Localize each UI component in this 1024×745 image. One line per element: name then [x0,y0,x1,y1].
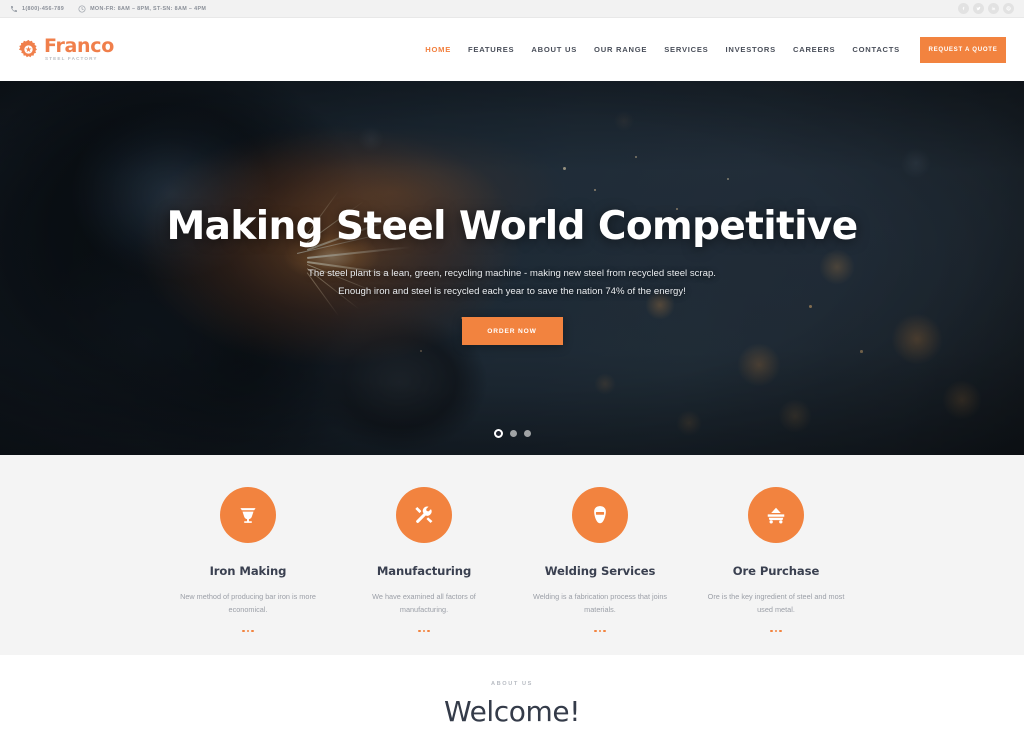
hero-subtitle-line-1: The steel plant is a lean, green, recycl… [308,267,716,279]
nav-item-investors[interactable]: INVESTORS [725,45,776,54]
hero-title: Making Steel World Competitive [166,204,858,249]
pinterest-icon[interactable] [1003,3,1014,14]
working-hours: MON-FR: 8AM – 8PM, ST-SN: 8AM – 4PM [78,5,206,13]
welding-mask-icon[interactable] [572,487,628,543]
hero-subtitle: The steel plant is a lean, green, recycl… [308,265,716,300]
service-card-manufacturing[interactable]: Manufacturing We have examined all facto… [336,487,512,633]
service-dots-divider [770,629,782,633]
ore-cart-icon[interactable] [748,487,804,543]
clock-icon [78,5,86,13]
request-a-quote-button[interactable]: REQUEST A QUOTE [920,36,1006,63]
phone-icon [10,5,18,13]
service-card-ore-purchase[interactable]: Ore Purchase Ore is the key ingredient o… [688,487,864,633]
top-bar-contacts: 1(800)-456-789 MON-FR: 8AM – 8PM, ST-SN:… [10,5,206,13]
main-navigation: HOME FEATURES ABOUT US OUR RANGE SERVICE… [425,45,900,54]
hero-slider: Making Steel World Competitive The steel… [0,81,1024,455]
nav-item-services[interactable]: SERVICES [664,45,708,54]
service-title: Ore Purchase [732,564,820,578]
order-now-button[interactable]: ORDER NOW [461,317,563,346]
nav-item-features[interactable]: FEATURES [468,45,514,54]
hero-content: Making Steel World Competitive The steel… [0,81,1024,455]
phone-contact[interactable]: 1(800)-456-789 [10,5,64,13]
service-dots-divider [418,629,430,633]
crucible-icon[interactable] [220,487,276,543]
about-section: ABOUT US Welcome! [0,655,1024,745]
service-description: Ore is the key ingredient of steel and m… [707,592,845,614]
facebook-icon[interactable] [958,3,969,14]
carousel-pagination [0,429,1024,438]
nav-item-our-range[interactable]: OUR RANGE [594,45,647,54]
about-eyebrow-label: ABOUT US [490,681,533,687]
service-dots-divider [242,629,254,633]
logo-name: Franco [44,35,114,58]
service-card-iron-making[interactable]: Iron Making New method of producing bar … [160,487,336,633]
nav-item-careers[interactable]: CAREERS [793,45,835,54]
service-card-welding-services[interactable]: Welding Services Welding is a fabricatio… [512,487,688,633]
gear-icon [18,39,39,60]
phone-number: 1(800)-456-789 [22,5,65,12]
social-links [958,3,1014,14]
nav-item-about-us[interactable]: ABOUT US [531,45,577,54]
carousel-dot-2[interactable] [509,430,517,437]
nav-item-contacts[interactable]: CONTACTS [852,45,900,54]
about-title: Welcome! [443,695,581,728]
logo-tagline: STEEL FACTORY [45,56,98,62]
hero-subtitle-line-2: Enough iron and steel is recycled each y… [338,285,686,297]
linkedin-icon[interactable] [988,3,999,14]
service-dots-divider [594,629,606,633]
service-description: New method of producing bar iron is more… [180,592,316,614]
logo[interactable]: Franco STEEL FACTORY [18,37,114,62]
service-title: Manufacturing [376,564,472,578]
services-section: Iron Making New method of producing bar … [0,455,1024,655]
hammer-wrench-icon[interactable] [396,487,452,543]
working-hours-text: MON-FR: 8AM – 8PM, ST-SN: 8AM – 4PM [90,5,207,12]
top-bar: 1(800)-456-789 MON-FR: 8AM – 8PM, ST-SN:… [0,0,1024,18]
service-title: Iron Making [209,564,287,578]
carousel-dot-3[interactable] [523,430,531,437]
site-header: Franco STEEL FACTORY HOME FEATURES ABOUT… [0,18,1024,81]
nav-item-home[interactable]: HOME [425,45,451,54]
twitter-icon[interactable] [973,3,984,14]
service-title: Welding Services [544,564,656,578]
service-description: Welding is a fabrication process that jo… [532,592,668,614]
carousel-dot-1[interactable] [493,429,503,438]
service-description: We have examined all factors of manufact… [372,592,476,614]
